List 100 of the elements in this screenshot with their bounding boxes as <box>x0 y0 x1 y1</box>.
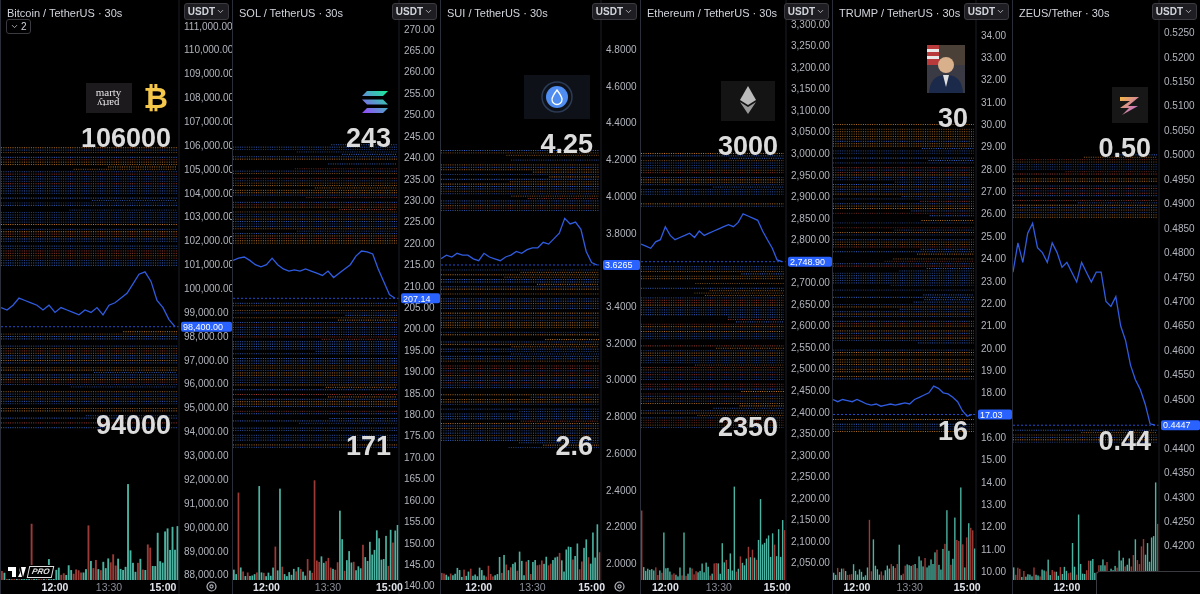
caret-icon <box>996 7 1005 16</box>
axis-label: 2,550.00 <box>791 341 830 353</box>
axis-label: 220.00 <box>404 237 435 249</box>
time-label: 12:00 <box>253 581 280 593</box>
axis-label: 0.5200 <box>1164 51 1195 63</box>
logo-icon <box>524 74 590 119</box>
axis-label: 3.0000 <box>606 374 637 386</box>
axis-label: 2.0000 <box>606 558 637 570</box>
axis-label: 3,050.00 <box>791 126 830 138</box>
axis-label: 145.00 <box>404 558 435 570</box>
price-tag: 17.03 <box>978 409 1012 420</box>
chart-title: SOL / TetherUS · 30s <box>239 6 343 21</box>
time-label: 15:00 <box>578 581 606 593</box>
axis-label: 2.8000 <box>606 411 637 423</box>
axis-label: 3,250.00 <box>791 40 830 52</box>
axis-label: 210.00 <box>404 280 435 292</box>
axis-label: 4.6000 <box>606 80 637 92</box>
axis-label: 3,200.00 <box>791 61 830 73</box>
axis-label: 2,900.00 <box>791 191 830 203</box>
axis-label: 0.4900 <box>1164 198 1195 210</box>
axis-label: 235.00 <box>404 173 435 185</box>
axis-label: 0.4500 <box>1164 393 1195 405</box>
currency-dropdown[interactable]: USDT <box>1151 3 1197 20</box>
axis-label: 2.6000 <box>606 447 637 459</box>
price-tag: 98,400.00 <box>181 321 232 332</box>
axis-label: 111,000.00 <box>184 20 233 32</box>
axis-label: 0.5000 <box>1164 149 1195 161</box>
currency-dropdown[interactable]: USDT <box>391 3 437 20</box>
axis-label: 18.00 <box>981 387 1007 399</box>
axis-label: 22.00 <box>981 297 1007 309</box>
currency-dropdown[interactable]: USDT <box>591 3 637 20</box>
axis-label: 2,200.00 <box>791 492 830 504</box>
price-level-label: 4.25 <box>540 128 593 159</box>
axis-label: 12.00 <box>981 521 1007 533</box>
axis-label: 0.4250 <box>1164 516 1195 528</box>
axis-label: 107,000.00 <box>184 115 233 127</box>
price-level-label: 16 <box>937 415 968 446</box>
axis-label: 0.4650 <box>1164 320 1195 332</box>
axis-label: 28.00 <box>981 163 1007 175</box>
axis-label: 0.5100 <box>1164 100 1195 112</box>
collapse-button[interactable]: 2 <box>6 19 31 34</box>
axis-label: 2,100.00 <box>791 535 830 547</box>
axis-label: 0.5150 <box>1164 76 1195 87</box>
time-label: 15:00 <box>953 581 981 593</box>
axis-label: 225.00 <box>404 216 435 228</box>
pro-badge: PRO <box>26 566 55 578</box>
axis-label: 31.00 <box>981 96 1007 108</box>
axis-label: 4.8000 <box>606 44 637 56</box>
axis-label: 0.4200 <box>1164 540 1195 552</box>
axis-label: 2,950.00 <box>791 169 830 181</box>
axis-label: 110,000.00 <box>184 44 233 56</box>
axis-label: 2,450.00 <box>791 385 830 397</box>
currency-dropdown[interactable]: USDT <box>963 3 1009 20</box>
axis-label: 25.00 <box>981 230 1007 242</box>
axis-label: 34.00 <box>981 29 1007 41</box>
settings-icon[interactable] <box>206 581 217 592</box>
logo-icon <box>721 81 775 122</box>
logo-icon <box>8 567 26 577</box>
settings-icon[interactable] <box>614 581 625 592</box>
price-level-label: 0.50 <box>1098 132 1151 163</box>
axis-label: 4.2000 <box>606 154 637 166</box>
chart-title: Ethereum / TetherUS · 30s <box>647 6 778 21</box>
currency-dropdown[interactable]: USDT <box>783 3 829 20</box>
axis-label: 33.00 <box>981 51 1007 63</box>
chart-title: ZEUS/Tether · 30s <box>1019 6 1110 21</box>
axis-label: 24.00 <box>981 253 1007 265</box>
price-tag: 207.14 <box>401 293 440 304</box>
price-level-label: 94000 <box>95 409 171 440</box>
axis-label: 99,000.00 <box>184 306 229 318</box>
time-label: 12:00 <box>1053 581 1081 593</box>
axis-label: 255.00 <box>404 87 435 99</box>
axis-label: 0.5250 <box>1164 27 1195 39</box>
axis-label: 93,000.00 <box>184 450 229 462</box>
currency-dropdown[interactable]: USDT <box>183 3 229 20</box>
axis-label: 103,000.00 <box>184 211 233 223</box>
logo-icon <box>1112 86 1148 123</box>
axis-label: 2,050.00 <box>791 557 830 569</box>
axis-label: 245.00 <box>404 130 435 142</box>
axis-label: 97,000.00 <box>184 354 229 366</box>
axis-label: 205.00 <box>404 302 435 313</box>
axis-label: 2,800.00 <box>791 234 830 246</box>
chart-title: SUI / TetherUS · 30s <box>447 6 548 21</box>
price-level-label: 243 <box>345 122 391 153</box>
time-label: 12:00 <box>41 581 69 593</box>
axis-label: 100,000.00 <box>184 283 233 295</box>
axis-label: 0.4600 <box>1164 344 1195 356</box>
axis-label: 2,150.00 <box>791 514 830 526</box>
axis-label: 3.8000 <box>606 227 637 239</box>
axis-label: 3.4000 <box>606 301 637 313</box>
caret-icon <box>424 7 433 16</box>
axis-label: 2,250.00 <box>791 471 830 483</box>
axis-label: 94,000.00 <box>184 426 229 438</box>
time-label: 15:00 <box>763 581 791 593</box>
time-label: 13:30 <box>705 581 732 593</box>
axis-label: 2,350.00 <box>791 428 830 440</box>
axis-label: 21.00 <box>981 320 1007 332</box>
axis-label: 90,000.00 <box>184 521 229 533</box>
axis-label: 240.00 <box>404 152 435 164</box>
axis-label: 0.4300 <box>1164 491 1195 503</box>
caret-icon <box>216 7 225 16</box>
